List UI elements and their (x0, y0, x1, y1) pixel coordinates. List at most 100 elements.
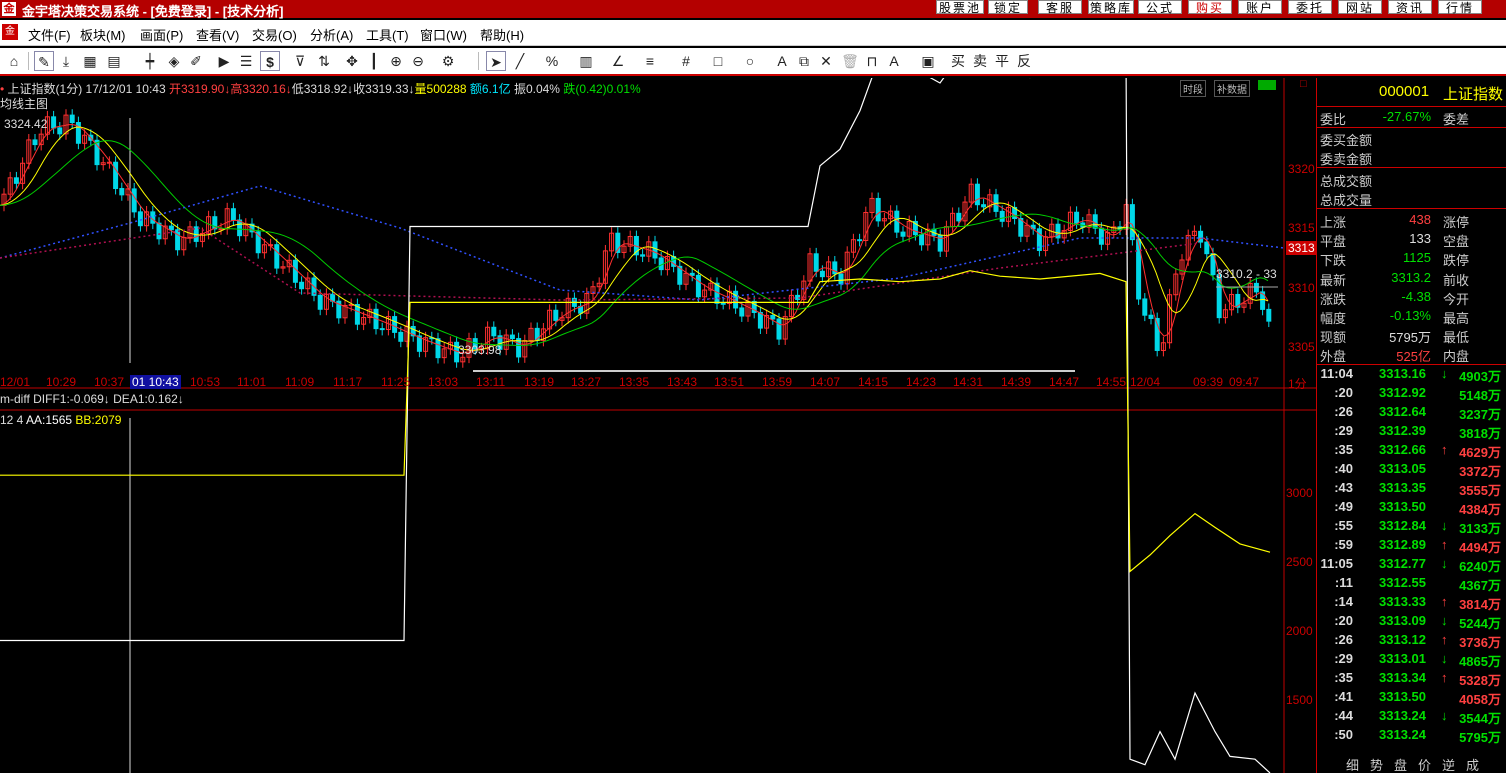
dollar-icon[interactable]: $ (260, 51, 280, 71)
sell-icon[interactable]: 卖 (970, 51, 990, 71)
stat-label: 外盘 (1320, 349, 1347, 365)
candle-body (757, 311, 763, 329)
candle-body (435, 338, 441, 359)
zoom-out-icon[interactable]: ⊖ (408, 51, 428, 71)
time-axis-label: 14:55 (1096, 375, 1127, 389)
circle-icon[interactable]: ○ (740, 51, 760, 71)
line-icon[interactable]: ╱ (510, 51, 530, 71)
time-axis-label: 14:47 (1049, 375, 1080, 389)
service-button[interactable]: 客服 (1038, 0, 1082, 15)
save-icon[interactable]: ▣ (918, 51, 938, 71)
account-button[interactable]: 账户 (1238, 0, 1282, 15)
move-icon[interactable]: ✥ (342, 51, 362, 71)
gear-icon[interactable]: ⚙ (438, 51, 458, 71)
price-tick-3305: 3305 (1288, 340, 1315, 354)
tick-amount: 3544万 (1459, 711, 1501, 726)
tick-amount: 3814万 (1459, 597, 1501, 612)
candle-body (1198, 230, 1204, 243)
maximize-icon[interactable]: □ (1300, 78, 1307, 90)
hash-icon[interactable]: # (676, 51, 696, 71)
news-button[interactable]: 资讯 (1388, 0, 1432, 15)
candle-body (317, 294, 323, 310)
list-icon[interactable]: ☰ (236, 51, 256, 71)
play-icon[interactable]: ▶ (214, 51, 234, 71)
download-icon[interactable]: ⤓ (56, 51, 76, 71)
amplitude-value: 振0.04% (513, 82, 560, 96)
candle-body (1142, 298, 1148, 316)
lock-button[interactable]: 锁定 (988, 0, 1028, 15)
fib-icon[interactable]: ≡ (640, 51, 660, 71)
menu-view[interactable]: 查看(V) (196, 25, 239, 44)
layout-icon[interactable]: ▤ (104, 51, 124, 71)
lock-icon[interactable]: ⊓ (862, 51, 882, 71)
menu-trade[interactable]: 交易(O) (252, 25, 297, 44)
copy-icon[interactable]: ⧉ (794, 51, 814, 71)
chart-area[interactable] (0, 78, 1316, 773)
grid-icon[interactable]: ▦ (80, 51, 100, 71)
menu-app-icon[interactable]: 金 (2, 24, 18, 40)
order-button[interactable]: 委托 (1288, 0, 1332, 15)
draw-pen-icon[interactable]: ✎ (34, 51, 54, 71)
home-icon[interactable]: ⌂ (4, 51, 24, 71)
time-axis-label: 09:47 (1229, 375, 1260, 389)
stock-pool-button[interactable]: 股票池 (936, 0, 984, 15)
bottom-tabs[interactable]: 细势盘价逆成 (1346, 755, 1506, 773)
candle-body (509, 334, 515, 340)
candlestick-icon[interactable]: ┿ (140, 51, 160, 71)
bar-icon[interactable]: ┃ (364, 51, 384, 71)
menu-view-screen[interactable]: 画面(P) (140, 25, 183, 44)
candle-body (981, 204, 987, 208)
quotes-button[interactable]: 行情 (1438, 0, 1482, 15)
edit-icon[interactable]: ✐ (186, 51, 206, 71)
fill-data-button[interactable]: 补数据 (1214, 80, 1250, 97)
indicator2-prefix: 12 4 (0, 413, 27, 427)
formula-button[interactable]: 公式 (1138, 0, 1182, 15)
percent-icon[interactable]: % (542, 51, 562, 71)
buy-icon[interactable]: 买 (948, 51, 968, 71)
text-icon[interactable]: A (772, 51, 792, 71)
table-icon[interactable]: ▥ (576, 51, 596, 71)
trash-icon[interactable]: 🗑 (840, 51, 860, 71)
zoom-in-icon[interactable]: ⊕ (386, 51, 406, 71)
close-icon[interactable]: ✕ (816, 51, 836, 71)
tick-price: 3313.50 (1379, 499, 1426, 514)
menu-window[interactable]: 窗口(W) (420, 25, 467, 44)
flat-icon[interactable]: 平 (992, 51, 1012, 71)
time-axis-label: 11:09 (285, 375, 315, 389)
time-axis-label: 11:17 (333, 375, 363, 389)
menu-sector[interactable]: 板块(M) (80, 25, 126, 44)
stat-label: 平盘 (1320, 234, 1347, 250)
tick-row: :55 3312.84 ↓ 3133万 (1317, 517, 1506, 536)
diamond-icon[interactable]: ◈ (164, 51, 184, 71)
sell-amount-label: 委卖金额 (1320, 152, 1373, 167)
tick-time: :55 (1334, 518, 1353, 533)
menu-analysis[interactable]: 分析(A) (310, 25, 353, 44)
stat-value: 3313.2 (1391, 269, 1431, 285)
total-volume-row: 总成交量 (1317, 189, 1506, 208)
tick-amount: 3372万 (1459, 464, 1501, 479)
website-button[interactable]: 网站 (1338, 0, 1382, 15)
font-color-icon[interactable]: A (884, 51, 904, 71)
filter-icon[interactable]: ⊽ (290, 51, 310, 71)
stat-row: 上涨 438 涨停 (1317, 211, 1506, 230)
reverse-icon[interactable]: 反 (1014, 51, 1034, 71)
period-label: 1分 (1288, 377, 1307, 391)
tick-arrow: ↑ (1441, 442, 1448, 457)
menu-file[interactable]: 文件(F) (28, 25, 71, 44)
menu-help[interactable]: 帮助(H) (480, 25, 524, 44)
cursor-icon[interactable]: ➤ (486, 51, 506, 71)
sort-icon[interactable]: ⇅ (314, 51, 334, 71)
menu-tools[interactable]: 工具(T) (366, 25, 409, 44)
tick-price: 3313.16 (1379, 366, 1426, 381)
stat-label: 上涨 (1320, 215, 1347, 230)
angle-icon[interactable]: ∠ (608, 51, 628, 71)
stat-right-label: 内盘 (1443, 349, 1470, 365)
time-segment-button[interactable]: 时段 (1180, 80, 1206, 97)
strategy-button[interactable]: 策略库 (1088, 0, 1134, 15)
stat-row: 平盘 133 空盘 (1317, 230, 1506, 249)
candle-body (720, 302, 726, 305)
buy-button[interactable]: 购买 (1188, 0, 1232, 15)
rect-icon[interactable]: □ (708, 51, 728, 71)
window-title: 金宇塔决策交易系统 - [免费登录] - [技术分析] (22, 4, 284, 19)
tick-time: :44 (1334, 708, 1353, 723)
